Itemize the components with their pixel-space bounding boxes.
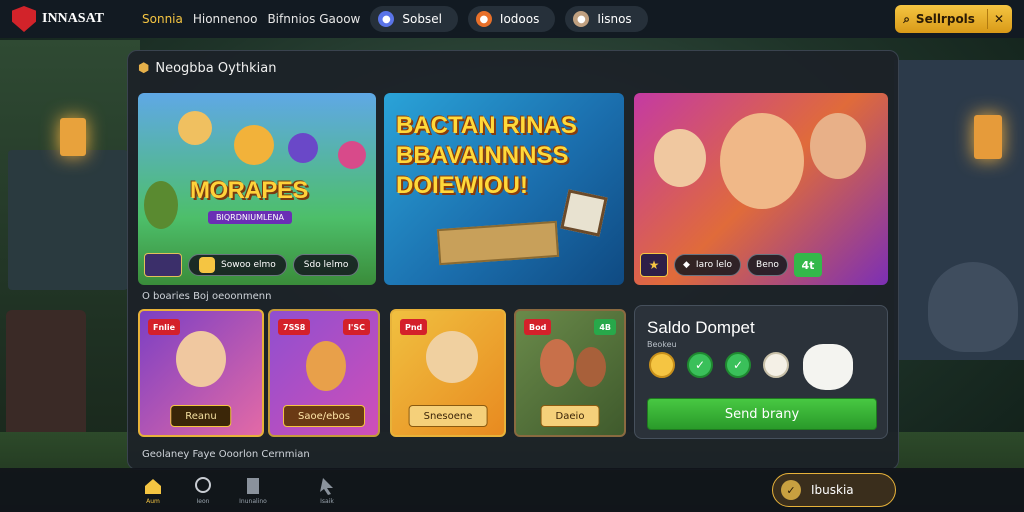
bottom-nav: Aum Ieon Inunalino Isaik ✓ Ibuskia <box>0 468 1024 512</box>
star-icon[interactable]: ★ <box>640 253 668 277</box>
top-bar: INNASAT Sonnia Hionnenoo Bifnnios Gaoow … <box>0 0 1024 38</box>
card-4-tag: Bod <box>524 319 552 335</box>
character-boy <box>810 113 866 179</box>
character-3 <box>288 133 318 163</box>
home-icon <box>145 478 161 494</box>
background-window-left <box>60 118 86 156</box>
banner-3-chip-1[interactable]: ◆ Iaro lelo <box>674 254 742 276</box>
game-card-3[interactable]: Pnd Snesoene <box>390 309 506 437</box>
picture-frame-image <box>560 189 608 237</box>
white-cat-icon <box>803 344 853 390</box>
bottom-nav-right-button[interactable]: ✓ Ibuskia <box>772 473 896 507</box>
main-panel: ⬢ Neogbba Oythkian MORAPES BIQRDNIUMLENA… <box>127 50 899 470</box>
card-2-button[interactable]: Saoe/ebos <box>283 405 365 427</box>
card-1-button[interactable]: Reanu <box>170 405 232 427</box>
background-cat <box>928 262 1018 352</box>
card-2-character <box>306 341 346 391</box>
nav-link-3[interactable]: Bifnnios Gaoow <box>267 12 360 26</box>
card-3-button[interactable]: Snesoene <box>408 405 488 427</box>
game-card-2[interactable]: 7SS8 I'SC Saoe/ebos <box>268 309 380 437</box>
card-3-tag: Pnd <box>400 319 428 335</box>
card-1-tag: Fnlie <box>148 319 181 335</box>
login-separator <box>986 9 988 29</box>
coin-icon <box>649 352 675 378</box>
section-title-games: O boaries Boj oeoonmenn <box>142 291 272 302</box>
pirate-icon: ● <box>573 11 590 27</box>
background-house-left <box>8 150 128 290</box>
logo-text: INNASAT <box>42 11 104 26</box>
pointer-icon <box>320 477 333 495</box>
background-window-right <box>974 115 1002 159</box>
dog-face-icon <box>763 352 789 378</box>
banner-1-subtitle: BIQRDNIUMLENA <box>208 211 292 224</box>
coin-icon <box>199 257 215 273</box>
banner-1-chip-1[interactable]: Sowoo elmo <box>188 254 287 276</box>
banner-1-title: MORAPES <box>190 177 308 204</box>
section-title-footer: Geolaney Faye Ooorlon Cernmian <box>142 449 310 460</box>
pill-3-label: Iisnos <box>597 12 632 26</box>
wallet-card: Saldo Dompet Beokeu ✓ ✓ Send brany <box>634 305 888 439</box>
card-2-tag-right: I'SC <box>342 319 370 335</box>
close-icon[interactable]: ✕ <box>994 12 1004 26</box>
bottom-nav-chat[interactable]: Ieon <box>178 476 228 505</box>
login-label: Sellrpols <box>915 12 975 26</box>
card-4-character-2 <box>576 347 606 387</box>
search-icon: ⌕ <box>903 11 910 26</box>
character-2 <box>234 125 274 165</box>
bottom-nav-document[interactable]: Inunalino <box>228 476 278 505</box>
wallet-send-button[interactable]: Send brany <box>647 398 877 430</box>
wallet-subtitle: Beokeu <box>647 340 677 349</box>
banner-3-footer: ★ ◆ Iaro lelo Beno 4t <box>640 253 880 277</box>
banner-1-footer: Sowoo elmo Sdo lelmo <box>144 253 370 277</box>
chat-icon <box>195 476 211 493</box>
card-1-character <box>176 331 226 387</box>
dice-icon: ⬢ <box>138 61 150 76</box>
check-circle-icon: ✓ <box>781 480 801 500</box>
document-icon <box>247 477 259 494</box>
nav-link-2[interactable]: Hionnenoo <box>193 12 258 26</box>
game-thumbnail-icon[interactable] <box>144 253 182 277</box>
logo[interactable]: INNASAT <box>12 6 132 32</box>
card-2-tag: 7SS8 <box>278 319 311 335</box>
banner-3[interactable]: ★ ◆ Iaro lelo Beno 4t <box>634 93 888 285</box>
card-3-cat-character <box>426 331 478 383</box>
character-explorer <box>720 113 804 209</box>
fire-icon: ● <box>475 11 492 27</box>
check-icon: ✓ <box>687 352 713 378</box>
featured-heading: Neogbba Oythkian <box>155 61 277 76</box>
game-card-4[interactable]: Bod 4B Daeio <box>514 309 626 437</box>
card-4-tag-right: 4B <box>594 319 616 335</box>
section-title-featured: ⬢ Neogbba Oythkian <box>138 61 277 76</box>
login-button[interactable]: ⌕ Sellrpols ✕ <box>895 5 1012 33</box>
game-card-1[interactable]: Fnlie Reanu <box>138 309 264 437</box>
banner-2[interactable]: BACTAN RINAS BBAVAINNNSS DOIEWIOU! <box>384 93 624 285</box>
character-5 <box>144 181 178 229</box>
pill-1[interactable]: ● Sobsel <box>370 6 458 32</box>
pill-1-label: Sobsel <box>402 12 442 26</box>
treasure-chest-image <box>436 220 560 266</box>
background-chair <box>6 310 86 450</box>
character-4 <box>338 141 366 169</box>
wallet-title: Saldo Dompet <box>647 318 755 337</box>
logo-shield-icon <box>12 6 36 32</box>
bottom-nav-pointer[interactable]: Isaik <box>302 476 352 505</box>
bottom-nav-home[interactable]: Aum <box>128 476 178 505</box>
banner-3-chip-2[interactable]: Beno <box>747 254 788 276</box>
card-4-button[interactable]: Daeio <box>540 405 600 427</box>
pill-2-label: Iodoos <box>499 12 540 26</box>
gem-icon: ◆ <box>683 260 690 270</box>
banner-3-green-badge[interactable]: 4t <box>793 253 822 277</box>
pill-2[interactable]: ● Iodoos <box>467 6 556 32</box>
banner-1-chip-2[interactable]: Sdo lelmo <box>292 254 360 276</box>
pill-3[interactable]: ● Iisnos <box>565 6 648 32</box>
character-1 <box>178 111 212 145</box>
card-4-character-1 <box>540 339 574 387</box>
banner-1[interactable]: MORAPES BIQRDNIUMLENA Sowoo elmo Sdo lel… <box>138 93 376 285</box>
character-girl <box>654 129 706 187</box>
check-icon-2: ✓ <box>725 352 751 378</box>
chat-bubble-icon: ● <box>378 11 395 27</box>
nav-link-1[interactable]: Sonnia <box>142 12 183 26</box>
banner-2-title: BACTAN RINAS BBAVAINNNSS DOIEWIOU! <box>396 112 577 199</box>
